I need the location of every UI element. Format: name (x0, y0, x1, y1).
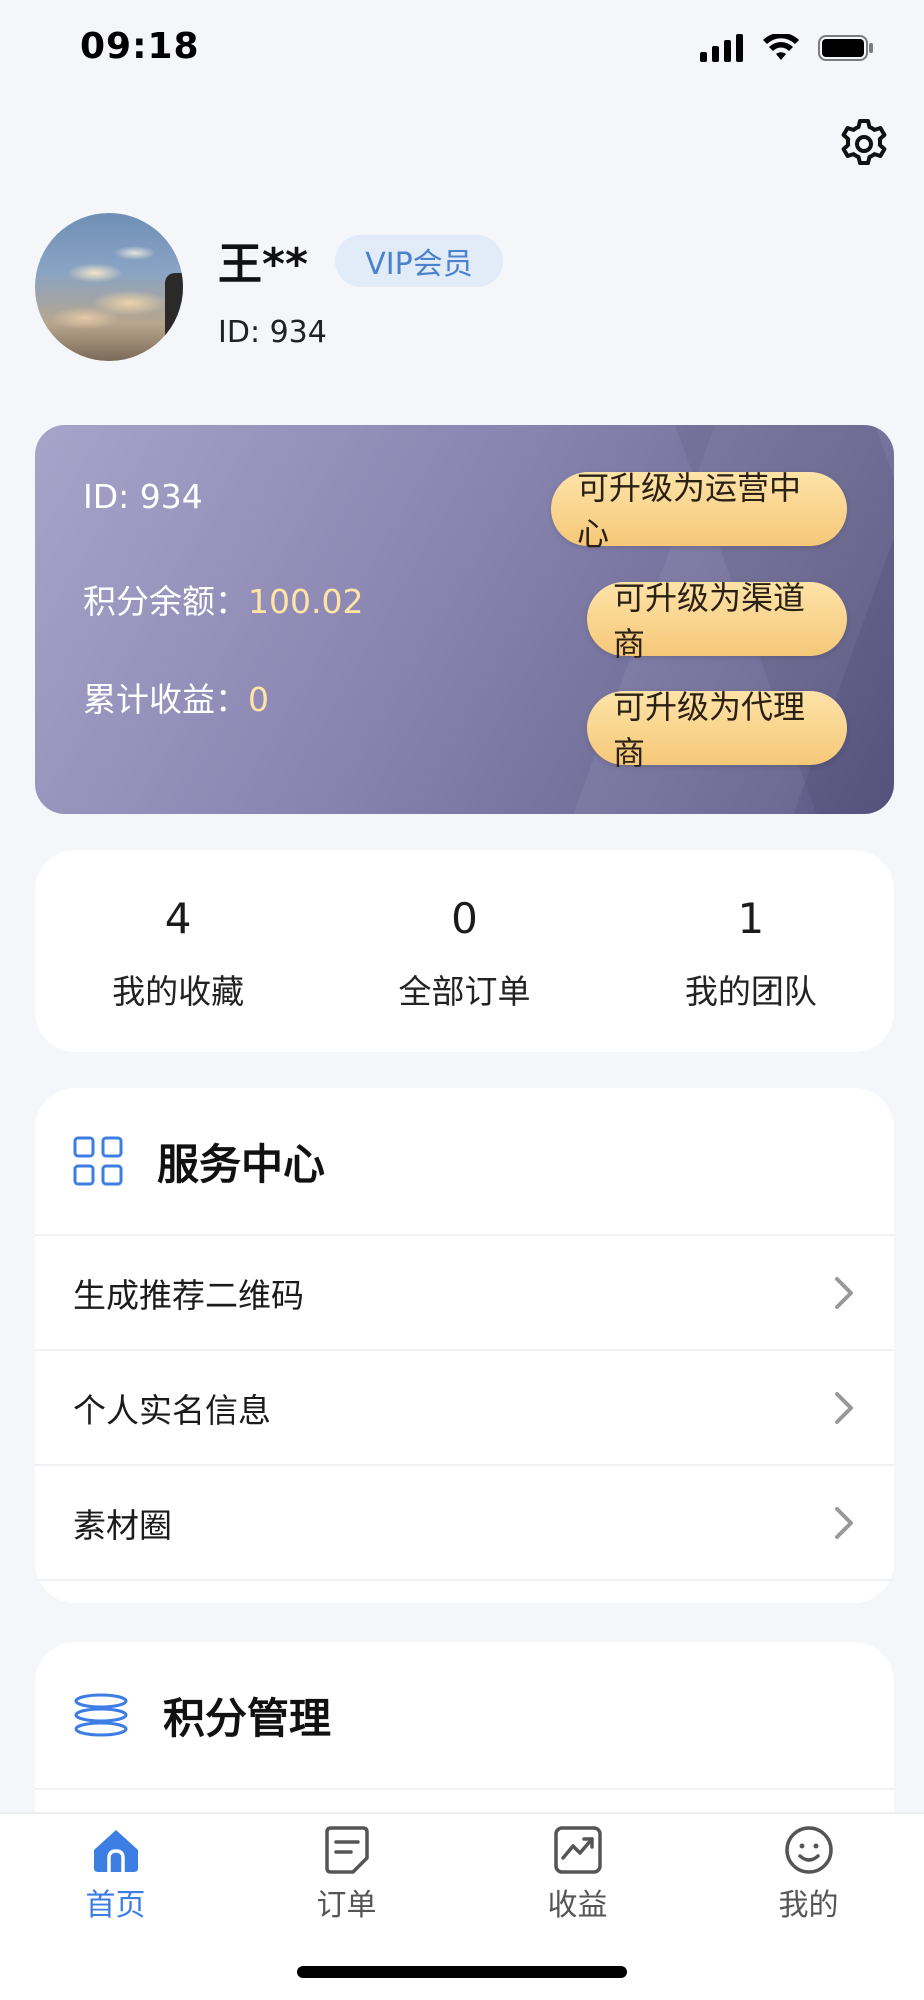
points-balance-label: 积分余额： (83, 582, 248, 621)
points-management-title: 积分管理 (163, 1693, 332, 1743)
settings-button[interactable] (838, 118, 890, 170)
vip-badge: VIP会员 (335, 235, 503, 287)
card-id: ID: 934 (83, 477, 203, 516)
nav-home-label: 首页 (85, 1888, 146, 1923)
home-icon (93, 1830, 138, 1872)
wifi-icon (763, 34, 799, 60)
service-center-panel: 服务中心 生成推荐二维码 个人实名信息 素材圈 (35, 1088, 894, 1603)
status-bar: 09:18 (0, 0, 924, 100)
stat-favorites-label: 我的收藏 (112, 972, 245, 1011)
layers-icon (74, 1693, 128, 1737)
points-balance: 积分余额：100.02 (83, 575, 363, 623)
stat-favorites[interactable]: 4 我的收藏 (35, 850, 321, 1052)
gear-icon (841, 119, 887, 165)
signal-icon (700, 34, 743, 62)
chevron-right-icon (835, 1276, 853, 1309)
menu-item-label: 生成推荐二维码 (73, 1275, 304, 1315)
smile-icon (784, 1826, 833, 1874)
total-earnings-value: 0 (248, 680, 269, 719)
avatar[interactable] (35, 213, 183, 361)
nav-earnings[interactable]: 收益 (462, 1814, 693, 1929)
total-earnings-label: 累计收益： (83, 680, 248, 719)
nav-orders-label: 订单 (316, 1888, 377, 1923)
menu-item-qr-code[interactable]: 生成推荐二维码 (35, 1236, 894, 1351)
stat-team-label: 我的团队 (684, 972, 817, 1011)
battery-icon (818, 35, 873, 61)
stat-team[interactable]: 1 我的团队 (608, 850, 894, 1052)
user-name: 王** (218, 239, 309, 290)
status-icons (700, 34, 874, 62)
chevron-right-icon (835, 1391, 853, 1424)
stats-card: 4 我的收藏 0 全部订单 1 我的团队 (35, 850, 894, 1052)
menu-item-real-name[interactable]: 个人实名信息 (35, 1351, 894, 1466)
stat-orders-count: 0 (451, 894, 478, 943)
user-id: ID: 934 (218, 315, 327, 350)
stat-orders[interactable]: 0 全部订单 (321, 850, 607, 1052)
upgrade-agent-button[interactable]: 可升级为代理商 (587, 688, 847, 772)
nav-home[interactable]: 首页 (0, 1814, 231, 1929)
menu-item-label: 素材圈 (73, 1505, 172, 1545)
total-earnings: 累计收益：0 (83, 673, 269, 721)
upgrade-operations-center-button[interactable]: 可升级为运营中心 (551, 469, 847, 553)
grid-icon (73, 1136, 123, 1186)
nav-mine-label: 我的 (778, 1888, 839, 1923)
nav-earnings-label: 收益 (547, 1888, 608, 1923)
upgrade-channel-button[interactable]: 可升级为渠道商 (587, 579, 847, 663)
nav-orders[interactable]: 订单 (231, 1814, 462, 1929)
nav-mine[interactable]: 我的 (693, 1814, 924, 1929)
service-center-header: 服务中心 (35, 1088, 894, 1236)
menu-item-materials[interactable]: 素材圈 (35, 1466, 894, 1581)
points-balance-value: 100.02 (248, 582, 364, 621)
chevron-right-icon (835, 1506, 853, 1539)
stat-favorites-count: 4 (164, 894, 192, 943)
home-indicator (297, 1966, 627, 1978)
stat-orders-label: 全部订单 (398, 972, 531, 1011)
status-time: 09:18 (80, 26, 200, 67)
menu-item-label: 个人实名信息 (73, 1390, 271, 1430)
order-icon (324, 1826, 369, 1874)
stat-team-count: 1 (737, 894, 765, 943)
points-management-header: 积分管理 (35, 1642, 894, 1790)
upgrade-card: ID: 934 积分余额：100.02 累计收益：0 可升级为运营中心 可升级为… (35, 425, 894, 814)
earnings-icon (553, 1826, 602, 1874)
service-center-title: 服务中心 (157, 1139, 326, 1189)
